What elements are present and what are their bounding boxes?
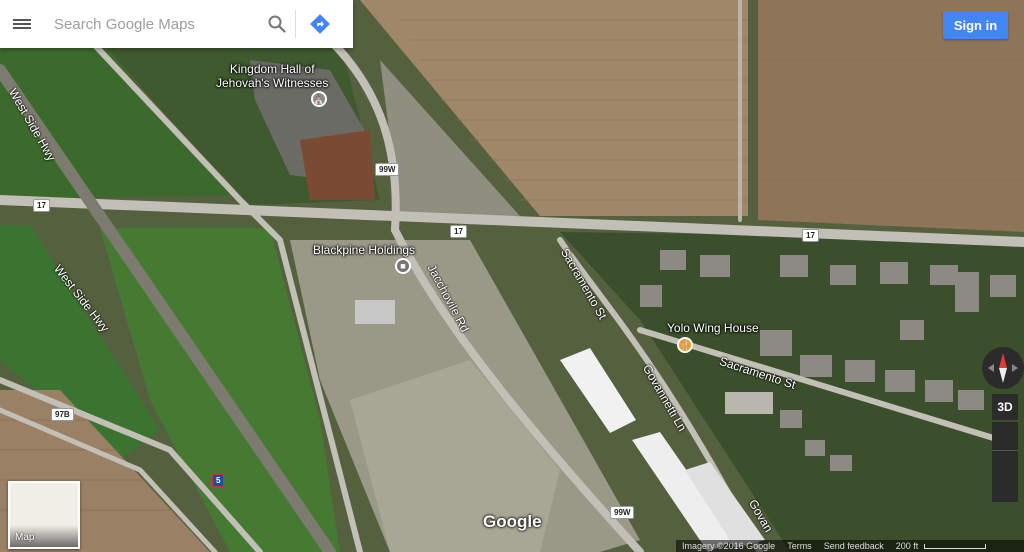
map-footer: Imagery ©2016 Google Terms Send feedback…	[676, 540, 1024, 552]
map-layer-toggle[interactable]: Map	[8, 481, 80, 549]
compass-icon	[988, 353, 1018, 383]
search-input[interactable]	[44, 9, 259, 39]
route-shield-97b: 97B	[51, 408, 74, 421]
zoom-controls[interactable]	[992, 422, 1018, 502]
place-label-yolo-wing-house[interactable]: Yolo Wing House	[667, 321, 759, 335]
send-feedback-link[interactable]: Send feedback	[818, 541, 890, 551]
place-label-kingdom-hall[interactable]: Kingdom Hall of Jehovah's Witnesses	[216, 62, 328, 90]
imagery-attribution: Imagery ©2016 Google	[682, 541, 776, 551]
route-shield-17-mid: 17	[450, 225, 467, 238]
search-button[interactable]	[259, 0, 295, 48]
directions-button[interactable]	[296, 0, 344, 48]
route-shield-99w-top: 99W	[375, 163, 400, 176]
compass-button[interactable]	[982, 347, 1024, 389]
route-shield-99w-bottom: 99W	[610, 506, 635, 519]
restaurant-icon[interactable]: 🍴	[677, 337, 693, 353]
search-box	[0, 0, 353, 48]
directions-icon	[310, 14, 330, 34]
sign-in-button[interactable]: Sign in	[943, 11, 1008, 39]
google-logo: Google	[483, 512, 542, 531]
church-icon[interactable]: ⛪	[311, 91, 327, 107]
map-layer-label: Map	[15, 532, 35, 543]
route-shield-17-right: 17	[802, 229, 819, 242]
terms-link[interactable]: Terms	[781, 541, 818, 551]
scale-bar	[924, 543, 987, 549]
route-shield-17-left: 17	[33, 199, 50, 212]
3d-toggle-button[interactable]: 3D	[992, 394, 1018, 420]
menu-button[interactable]	[0, 0, 44, 48]
interstate-shield-5: 5	[212, 474, 225, 487]
business-icon[interactable]: ■	[395, 258, 411, 274]
hamburger-menu-icon	[13, 17, 31, 31]
zoom-in-button[interactable]	[992, 422, 1018, 451]
scale-label[interactable]: 200 ft	[890, 541, 925, 551]
place-label-blackpine-holdings[interactable]: Blackpine Holdings	[313, 243, 415, 257]
search-icon	[268, 15, 286, 33]
zoom-out-button[interactable]	[992, 452, 1018, 480]
satellite-map[interactable]	[0, 0, 1024, 552]
